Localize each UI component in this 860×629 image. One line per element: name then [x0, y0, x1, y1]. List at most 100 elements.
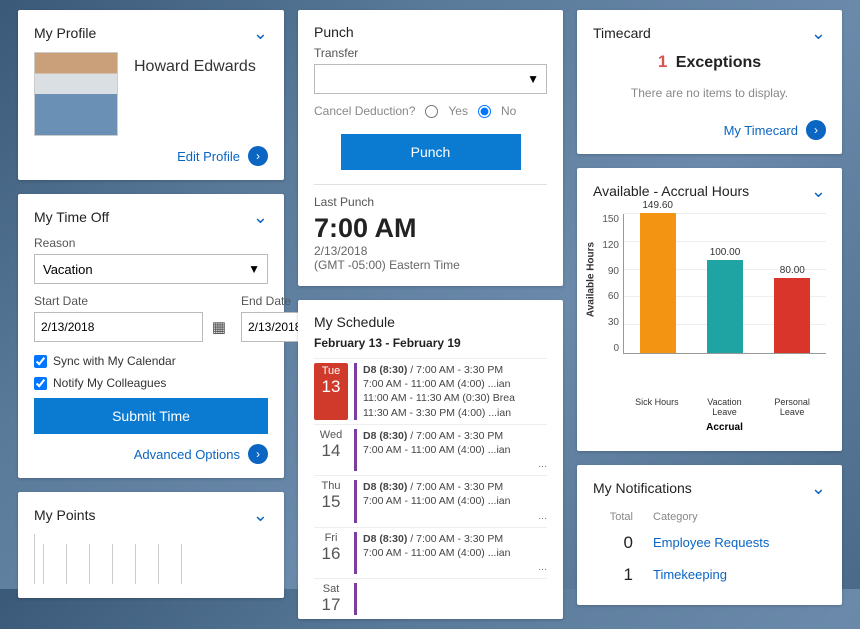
card-title: Punch — [314, 24, 354, 40]
day-box: Thu15 — [314, 480, 348, 523]
chart-tick — [158, 544, 159, 584]
schedule-range: February 13 - February 19 — [314, 336, 547, 350]
my-profile-card: My Profile ⌄ Howard Edwards Edit Profile… — [18, 10, 284, 180]
advanced-options-link[interactable]: Advanced Options › — [34, 444, 268, 464]
bar: 80.00 — [765, 265, 820, 353]
cancel-deduction-yes-radio[interactable] — [425, 105, 438, 118]
advanced-options-label: Advanced Options — [134, 447, 240, 462]
submit-time-button[interactable]: Submit Time — [34, 398, 268, 434]
accrual-hours-card: Available - Accrual Hours ⌄ Available Ho… — [577, 168, 842, 451]
x-axis-title: Accrual — [623, 422, 826, 433]
notification-category-link[interactable]: Timekeeping — [653, 567, 727, 582]
divider — [314, 184, 547, 185]
transfer-label: Transfer — [314, 46, 547, 60]
chevron-down-icon[interactable]: ⌄ — [253, 24, 268, 42]
chart-tick — [89, 544, 90, 584]
x-label: Personal Leave — [765, 398, 820, 418]
chevron-down-icon[interactable]: ⌄ — [253, 506, 268, 524]
x-label: Sick Hours — [629, 398, 684, 418]
edit-profile-label: Edit Profile — [177, 149, 240, 164]
arrow-right-icon: › — [806, 120, 826, 140]
reason-select[interactable] — [34, 254, 268, 284]
chart-tick — [66, 544, 67, 584]
y-tick: 0 — [593, 343, 619, 354]
sync-checkbox[interactable] — [34, 355, 47, 368]
schedule-day[interactable]: Tue13D8 (8:30) / 7:00 AM - 3:30 PM7:00 A… — [314, 358, 547, 424]
sync-checkbox-row[interactable]: Sync with My Calendar — [34, 354, 268, 368]
col-category-header: Category — [653, 511, 698, 523]
notification-total: 0 — [593, 533, 633, 553]
day-box: Fri16 — [314, 532, 348, 575]
card-title: Available - Accrual Hours — [593, 183, 749, 199]
edit-profile-link[interactable]: Edit Profile › — [34, 146, 268, 166]
day-lines: D8 (8:30) / 7:00 AM - 3:30 PM7:00 AM - 1… — [354, 363, 547, 420]
y-axis-title: Available Hours — [586, 210, 597, 350]
last-punch-date: 2/13/2018 — [314, 244, 547, 258]
exceptions-count: 1 — [658, 52, 667, 71]
last-punch-time: 7:00 AM — [314, 213, 547, 244]
chart-tick — [181, 544, 182, 584]
exceptions-label: Exceptions — [676, 54, 761, 71]
card-title: My Time Off — [34, 209, 109, 225]
empty-state-text: There are no items to display. — [593, 86, 826, 100]
punch-card: Punch Transfer ▼ Cancel Deduction? Yes N… — [298, 10, 563, 286]
accrual-chart: Available Hours 1501209060300 149.60100.… — [593, 210, 826, 437]
day-box: Sat17 — [314, 583, 348, 615]
chevron-down-icon[interactable]: ⌄ — [253, 208, 268, 226]
chart-tick — [135, 544, 136, 584]
card-title: My Schedule — [314, 314, 395, 330]
last-punch-label: Last Punch — [314, 195, 547, 209]
chevron-down-icon[interactable]: ⌄ — [811, 479, 826, 497]
chart-tick — [112, 544, 113, 584]
profile-name: Howard Edwards — [134, 58, 256, 76]
chevron-down-icon[interactable]: ⌄ — [811, 24, 826, 42]
punch-button[interactable]: Punch — [341, 134, 521, 170]
notify-label: Notify My Colleagues — [53, 376, 166, 390]
schedule-day[interactable]: Sat17 — [314, 578, 547, 619]
col-total-header: Total — [593, 511, 633, 523]
day-lines: D8 (8:30) / 7:00 AM - 3:30 PM7:00 AM - 1… — [354, 429, 547, 472]
card-title: My Points — [34, 507, 95, 523]
calendar-icon[interactable]: ▦ — [207, 315, 231, 339]
notify-checkbox[interactable] — [34, 377, 47, 390]
timezone-text: (GMT -05:00) Eastern Time — [314, 258, 547, 272]
start-date-input[interactable] — [34, 312, 203, 342]
bar: 100.00 — [697, 247, 752, 353]
schedule-day[interactable]: Fri16D8 (8:30) / 7:00 AM - 3:30 PM7:00 A… — [314, 527, 547, 579]
y-tick: 90 — [593, 266, 619, 277]
transfer-select[interactable] — [314, 64, 547, 94]
cancel-deduction-no-radio[interactable] — [478, 105, 491, 118]
notification-row: 1Timekeeping — [593, 559, 826, 591]
day-lines — [354, 583, 547, 615]
cancel-deduction-label: Cancel Deduction? — [314, 104, 415, 118]
timecard-card: Timecard ⌄ 1 Exceptions There are no ite… — [577, 10, 842, 154]
reason-label: Reason — [34, 236, 268, 250]
card-title: My Profile — [34, 25, 96, 41]
arrow-right-icon: › — [248, 444, 268, 464]
day-box: Wed14 — [314, 429, 348, 472]
my-notifications-card: My Notifications ⌄ Total Category 0 Emplo… — [577, 465, 842, 605]
y-tick: 120 — [593, 240, 619, 251]
my-timecard-link[interactable]: My Timecard › — [593, 120, 826, 140]
day-lines: D8 (8:30) / 7:00 AM - 3:30 PM7:00 AM - 1… — [354, 532, 547, 575]
my-schedule-card: My Schedule February 13 - February 19 Tu… — [298, 300, 563, 619]
bar: 149.60 — [630, 200, 685, 353]
chevron-down-icon[interactable]: ⌄ — [811, 182, 826, 200]
my-points-card: My Points ⌄ — [18, 492, 284, 598]
start-date-label: Start Date — [34, 294, 231, 308]
chart-tick — [43, 544, 44, 584]
notification-row: 0 Employee Requests — [593, 527, 826, 559]
sync-label: Sync with My Calendar — [53, 354, 176, 368]
notify-checkbox-row[interactable]: Notify My Colleagues — [34, 376, 268, 390]
yes-label: Yes — [448, 104, 468, 118]
notification-category-link[interactable]: Employee Requests — [653, 535, 769, 550]
y-tick: 30 — [593, 317, 619, 328]
avatar — [34, 52, 118, 136]
card-title: My Notifications — [593, 480, 692, 496]
y-tick: 60 — [593, 291, 619, 302]
schedule-day[interactable]: Wed14D8 (8:30) / 7:00 AM - 3:30 PM7:00 A… — [314, 424, 547, 476]
schedule-day[interactable]: Thu15D8 (8:30) / 7:00 AM - 3:30 PM7:00 A… — [314, 475, 547, 527]
my-timecard-label: My Timecard — [724, 123, 798, 138]
no-label: No — [501, 104, 516, 118]
x-label: Vacation Leave — [697, 398, 752, 418]
